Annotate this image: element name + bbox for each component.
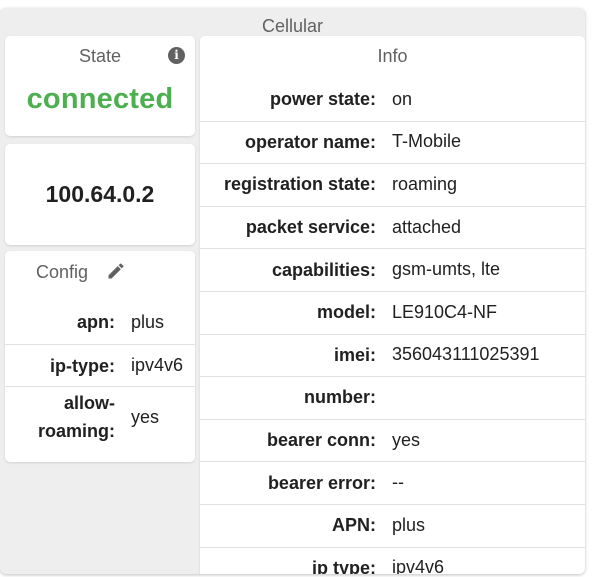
config-title: Config bbox=[36, 262, 89, 282]
config-value: yes bbox=[131, 406, 160, 427]
info-key: bearer conn: bbox=[266, 430, 376, 451]
config-row-apn: apn: plus bbox=[5, 301, 195, 343]
info-key: imei: bbox=[333, 344, 376, 365]
info-row: model: LE910C4-NF bbox=[200, 291, 585, 334]
info-value: on bbox=[392, 88, 413, 109]
info-card: Info power state: on operator name: T-Mobil… bbox=[200, 36, 585, 574]
info-row: APN: plus bbox=[200, 504, 585, 547]
state-card: State i connected bbox=[5, 36, 195, 136]
info-row: ip type: ipv4v6 bbox=[200, 547, 585, 574]
info-value: -- bbox=[392, 472, 404, 493]
info-value: ipv4v6 bbox=[392, 557, 445, 574]
info-row: registration state: roaming bbox=[200, 163, 585, 206]
info-key: registration state: bbox=[223, 174, 376, 195]
info-row: number: bbox=[200, 376, 585, 419]
info-key: model: bbox=[316, 302, 376, 323]
info-value: plus bbox=[392, 514, 426, 535]
info-value: roaming bbox=[392, 173, 458, 194]
pencil-icon[interactable] bbox=[106, 261, 126, 281]
config-value: plus bbox=[131, 311, 165, 332]
info-key: ip type: bbox=[311, 557, 376, 574]
panel-title: Cellular bbox=[261, 16, 324, 36]
info-row: imei: 356043111025391 bbox=[200, 334, 585, 377]
state-title: State bbox=[78, 46, 122, 66]
info-row: packet service: attached bbox=[200, 206, 585, 249]
info-key: APN: bbox=[332, 515, 376, 536]
info-row: bearer conn: yes bbox=[200, 419, 585, 462]
config-key: apn: bbox=[77, 312, 115, 332]
info-row: capabilities: gsm-umts, lte bbox=[200, 248, 585, 291]
connection-state: connected bbox=[26, 83, 174, 115]
info-row: power state: on bbox=[200, 78, 585, 121]
config-key-line: allow- bbox=[63, 393, 115, 413]
config-key: ip-type: bbox=[50, 355, 115, 376]
info-key: bearer error: bbox=[267, 472, 376, 493]
info-value: 356043111025391 bbox=[392, 344, 540, 365]
config-row-ip-type: ip-type: ipv4v6 bbox=[5, 345, 195, 386]
config-value: ipv4v6 bbox=[131, 355, 184, 375]
info-key: power state: bbox=[269, 89, 376, 110]
info-title: Info bbox=[377, 46, 408, 66]
config-key: allow- roaming: bbox=[5, 389, 131, 445]
info-key: number: bbox=[304, 387, 376, 408]
info-key: operator name: bbox=[244, 131, 376, 152]
config-row-allow-roaming: allow- roaming: yes bbox=[5, 387, 195, 447]
info-row: operator name: T-Mobile bbox=[200, 121, 585, 164]
config-key-line: roaming: bbox=[37, 421, 115, 441]
info-key: capabilities: bbox=[271, 259, 376, 280]
info-value: attached bbox=[392, 216, 462, 237]
info-value: T-Mobile bbox=[392, 131, 462, 152]
info-key: packet service: bbox=[245, 217, 376, 238]
config-card: Config apn: plus ip-type: ipv4v6 allow- … bbox=[5, 251, 195, 462]
info-icon[interactable]: i bbox=[168, 47, 185, 64]
info-value: yes bbox=[392, 429, 421, 450]
info-row: bearer error: -- bbox=[200, 461, 585, 504]
ip-address-card: 100.64.0.2 bbox=[5, 144, 195, 245]
ip-address: 100.64.0.2 bbox=[45, 181, 155, 207]
info-value: LE910C4-NF bbox=[392, 301, 498, 322]
info-value: gsm-umts, lte bbox=[392, 259, 501, 280]
cellular-panel: Cellular State i connected 100.64.0.2 Co… bbox=[0, 8, 585, 574]
